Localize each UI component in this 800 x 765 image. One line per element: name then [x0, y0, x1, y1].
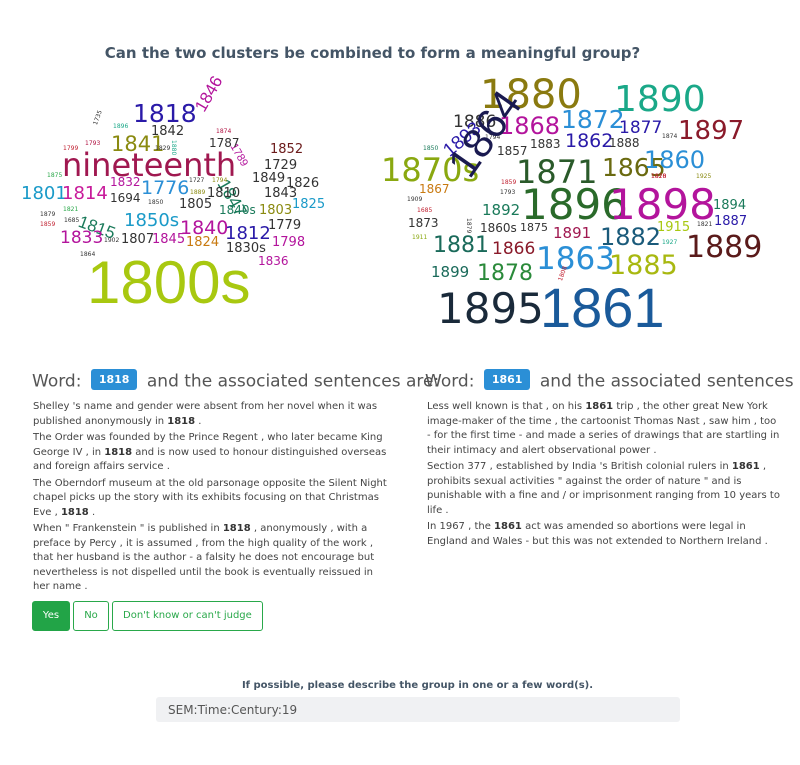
cloud-word: 1883: [530, 137, 561, 151]
word-cloud-right: 1880 1890 1886 1868 1872 1877 1897 1794 1874 1883…: [0, 0, 800, 340]
cloud-word: 1909: [407, 196, 423, 203]
cloud-word: 1899: [431, 263, 470, 281]
highlighted-word: 1861: [731, 461, 760, 472]
cloud-word: 1927: [662, 239, 678, 246]
highlighted-word: 1818: [60, 506, 89, 518]
cloud-word: 1821: [697, 221, 713, 228]
cloud-word: 1875: [520, 221, 548, 234]
yes-button[interactable]: Yes: [32, 601, 70, 631]
left-sentences: Shelley 's name and gender were absent f…: [33, 400, 388, 597]
sentence: In 1967 , the 1861 act was amended so ab…: [427, 521, 768, 547]
cloud-word: 1879: [465, 218, 472, 234]
cloud-word: 1885: [609, 250, 678, 281]
cloud-word: 1888: [609, 136, 640, 150]
right-word-heading: Word: 1861 and the associated sentences …: [425, 369, 800, 392]
cloud-word: 1892: [482, 201, 521, 219]
sentence: Less well known is that , on his 1861 tr…: [427, 401, 780, 456]
describe-input[interactable]: [156, 697, 680, 722]
cloud-word: 1850: [423, 145, 439, 152]
cloud-word: 1894: [713, 198, 747, 213]
cloud-word: 1862: [565, 130, 614, 152]
cloud-word: 1897: [678, 116, 745, 146]
cloud-word: 1867: [419, 182, 450, 196]
highlighted-word: 1818: [104, 446, 133, 458]
sentence: The Oberndorf museum at the old parsonag…: [33, 477, 387, 518]
cloud-word: 1873: [408, 216, 439, 230]
cloud-word: 1863: [536, 241, 615, 277]
sentence: The Order was founded by the Prince Rege…: [33, 432, 387, 472]
describe-label: If possible, please describe the group i…: [241, 680, 594, 691]
cloud-word: 1889: [686, 230, 763, 265]
sentence: Shelley 's name and gender were absent f…: [33, 401, 378, 427]
right-sentences: Less well known is that , on his 1861 tr…: [427, 400, 783, 551]
word-badge: 1861: [483, 369, 531, 390]
cloud-word: 1911: [412, 234, 428, 241]
cloud-word: 1866: [492, 239, 536, 259]
cloud-word: 1861: [540, 276, 665, 339]
heading-suffix: and the associated sentences are:: [539, 371, 800, 392]
highlighted-word: 1818: [167, 415, 196, 427]
answer-buttons: Yes No Don't know or can't judge: [32, 601, 264, 631]
cloud-word: 1895: [437, 284, 544, 333]
cloud-word: 1881: [433, 233, 489, 258]
cloud-word: 1793: [500, 189, 516, 196]
word-label: Word:: [425, 371, 475, 392]
cloud-word: 1877: [619, 118, 663, 138]
cloud-word: 1891: [553, 224, 592, 242]
word-badge: 1818: [90, 369, 138, 390]
cloud-word: 1859: [501, 179, 517, 186]
highlighted-word: 1861: [494, 521, 522, 532]
highlighted-word: 1861: [585, 401, 614, 412]
cloud-word: 1872: [561, 105, 625, 134]
cloud-word: 1874: [662, 133, 678, 140]
cloud-word: 1878: [477, 261, 533, 286]
cloud-word: 1887: [714, 214, 748, 229]
left-word-heading: Word: 1818 and the associated sentences …: [32, 369, 440, 392]
sentence: When " Frankenstein " is published in 18…: [33, 523, 375, 592]
cloud-word: 1685: [417, 207, 433, 214]
dont-know-button[interactable]: Don't know or can't judge: [112, 601, 263, 631]
highlighted-word: 1818: [222, 523, 251, 534]
sentence: Section 377 , established by India 's Br…: [427, 461, 780, 516]
word-label: Word:: [32, 371, 82, 392]
cloud-word: 1890: [614, 79, 706, 120]
no-button[interactable]: No: [73, 601, 109, 631]
heading-suffix: and the associated sentences are:: [146, 371, 440, 392]
cloud-word: 1860: [644, 146, 706, 174]
